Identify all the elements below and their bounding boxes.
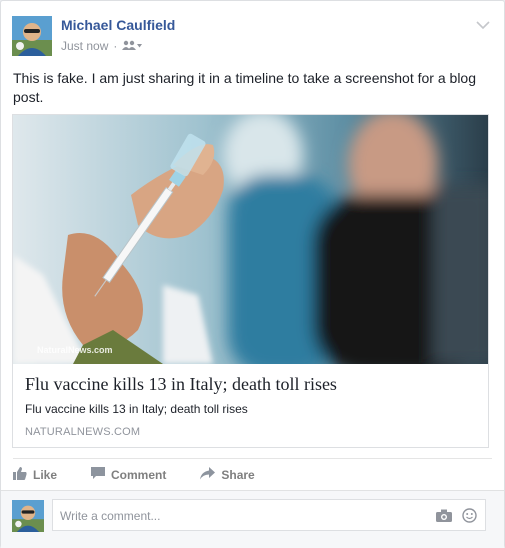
link-description: Flu vaccine kills 13 in Italy; death tol… [25, 402, 248, 416]
camera-icon[interactable] [436, 509, 452, 527]
share-button[interactable]: Share [200, 467, 255, 483]
thumbs-up-icon [13, 467, 27, 483]
share-arrow-icon [200, 467, 216, 483]
commenter-avatar[interactable] [12, 500, 44, 532]
link-preview-image[interactable]: NaturalNews.com [13, 115, 488, 364]
meta-separator: · [113, 39, 118, 53]
author-avatar[interactable] [12, 16, 52, 56]
post-meta: Just now · [61, 39, 143, 53]
link-preview-card[interactable]: NaturalNews.com Flu vaccine kills 13 in … [12, 114, 489, 448]
comment-bubble-icon [91, 467, 106, 483]
link-title[interactable]: Flu vaccine kills 13 in Italy; death tol… [25, 374, 337, 395]
post-actions-bar: Like Comment Share [13, 467, 255, 483]
post-card: Michael Caulfield Just now · This is fak… [0, 0, 505, 548]
comment-button[interactable]: Comment [91, 467, 166, 483]
like-button[interactable]: Like [13, 467, 57, 483]
image-watermark: NaturalNews.com [37, 345, 113, 355]
post-text: This is fake. I am just sharing it in a … [13, 70, 476, 105]
friends-icon[interactable] [122, 39, 143, 53]
link-preview-body[interactable]: Flu vaccine kills 13 in Italy; death tol… [13, 364, 488, 447]
comment-input[interactable] [53, 500, 422, 532]
link-domain: NATURALNEWS.COM [25, 426, 141, 438]
comment-input-box[interactable] [52, 499, 486, 532]
like-label: Like [33, 468, 58, 482]
author-name[interactable]: Michael Caulfield [61, 17, 175, 33]
share-label: Share [221, 468, 255, 482]
comment-label: Comment [111, 468, 167, 482]
post-options-chevron-icon[interactable] [476, 17, 490, 30]
emoji-icon[interactable] [462, 508, 477, 528]
actions-divider [13, 458, 492, 459]
post-timestamp[interactable]: Just now [61, 39, 108, 53]
comment-input-icons [436, 508, 477, 528]
comment-composer [1, 490, 504, 548]
